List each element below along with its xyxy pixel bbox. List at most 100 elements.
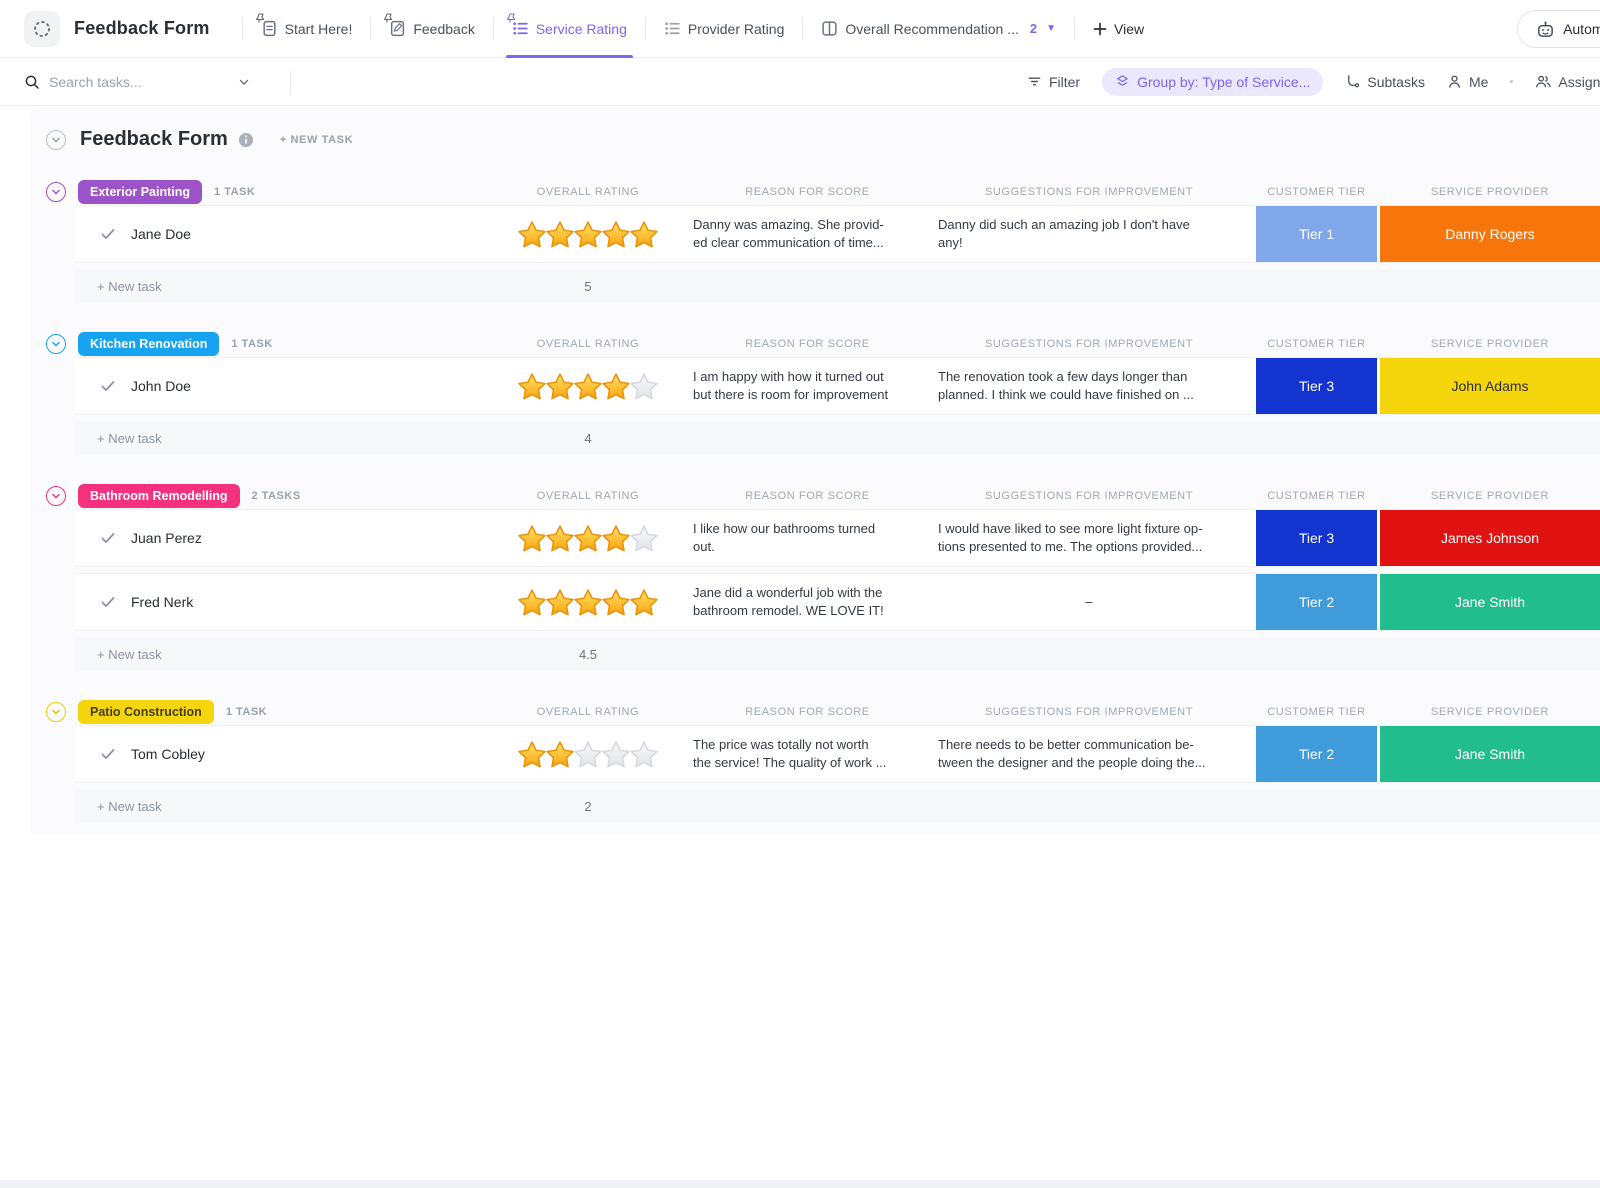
filter-button[interactable]: Filter: [1027, 74, 1080, 90]
me-filter-button[interactable]: Me: [1447, 74, 1488, 90]
task-name[interactable]: Juan Perez: [131, 530, 202, 546]
column-header-suggestions: SUGGESTIONS FOR IMPROVEMENT: [984, 186, 1194, 198]
tab-service-rating[interactable]: Service Rating: [500, 12, 639, 59]
automate-button[interactable]: Automate: [1517, 10, 1600, 48]
group-exterior-painting: Exterior Painting 1 TASK OVERALL RATING …: [30, 179, 1600, 303]
star-filled-icon: [602, 588, 630, 615]
task-name[interactable]: John Doe: [131, 378, 191, 394]
new-task-button[interactable]: + New task: [75, 647, 520, 662]
task-name-cell[interactable]: Juan Perez: [75, 510, 520, 566]
reason-cell[interactable]: The price was totally not worth the serv…: [693, 726, 922, 782]
assignee-button[interactable]: Assignee: [1535, 74, 1600, 90]
tab-label: Service Rating: [535, 20, 627, 37]
suggestion-cell[interactable]: There needs to be better communication b…: [938, 726, 1240, 782]
rating-cell[interactable]: [518, 574, 658, 630]
service-provider-chip[interactable]: Jane Smith: [1380, 574, 1600, 630]
chevron-down-icon: [52, 493, 60, 499]
star-filled-icon: [546, 372, 574, 399]
star-filled-icon: [546, 220, 574, 247]
task-name-cell[interactable]: Jane Doe: [75, 206, 520, 262]
task-name-cell[interactable]: Tom Cobley: [75, 726, 520, 782]
task-row[interactable]: Tom Cobley The price was totally not wor…: [75, 725, 1600, 783]
new-task-button[interactable]: + New task: [75, 279, 520, 294]
task-row[interactable]: Juan Perez I like how our bathrooms turn…: [75, 509, 1600, 567]
rating-cell[interactable]: [518, 510, 658, 566]
search-box[interactable]: [24, 73, 282, 90]
collapse-group-chevron[interactable]: [46, 334, 66, 354]
task-name-cell[interactable]: John Doe: [75, 358, 520, 414]
new-task-button[interactable]: + New task: [75, 799, 520, 814]
rating-sum: 4: [584, 430, 592, 446]
chevron-down-icon[interactable]: [238, 76, 250, 88]
tab-label: Provider Rating: [687, 20, 785, 37]
search-input[interactable]: [49, 73, 229, 90]
tab-provider-rating[interactable]: Provider Rating: [652, 12, 797, 45]
divider: [802, 17, 804, 40]
check-icon[interactable]: [100, 530, 116, 546]
task-row[interactable]: Fred Nerk Jane did a wonderful job with …: [75, 573, 1600, 631]
collapse-section-chevron[interactable]: [46, 129, 66, 150]
rating-cell[interactable]: [518, 206, 658, 262]
check-icon[interactable]: [100, 226, 116, 242]
task-name-cell[interactable]: Fred Nerk: [75, 574, 520, 630]
suggestion-cell[interactable]: I would have liked to see more light fix…: [938, 510, 1240, 566]
group-header: Bathroom Remodelling 2 TASKS OVERALL RAT…: [46, 483, 1600, 509]
service-provider-chip[interactable]: James Johnson: [1380, 510, 1600, 566]
task-name[interactable]: Jane Doe: [131, 226, 191, 242]
suggestion-cell[interactable]: Danny did such an amazing job I don't ha…: [938, 206, 1240, 262]
check-icon[interactable]: [100, 378, 116, 394]
task-row[interactable]: Jane Doe Danny was amazing. She provid- …: [75, 205, 1600, 263]
tab-overall-recommendation[interactable]: Overall Recommendation ... 2 ▼: [809, 12, 1068, 45]
service-provider-chip[interactable]: John Adams: [1380, 358, 1600, 414]
group-badge[interactable]: Kitchen Renovation: [78, 332, 220, 356]
customer-tier-chip[interactable]: Tier 2: [1256, 574, 1377, 630]
customer-tier-chip[interactable]: Tier 2: [1256, 726, 1377, 782]
customer-tier-chip[interactable]: Tier 1: [1256, 206, 1377, 262]
column-header-reason: REASON FOR SCORE: [745, 186, 870, 198]
caret-down-icon[interactable]: ▼: [1046, 23, 1056, 34]
check-icon[interactable]: [100, 746, 116, 762]
customer-tier-chip[interactable]: Tier 3: [1256, 510, 1377, 566]
group-footer: + New task 2: [75, 789, 1600, 823]
task-name[interactable]: Fred Nerk: [131, 594, 193, 610]
star-filled-icon: [546, 524, 574, 551]
rating-cell[interactable]: [518, 726, 658, 782]
collapse-group-chevron[interactable]: [46, 702, 66, 722]
check-icon[interactable]: [100, 594, 116, 610]
collapse-group-chevron[interactable]: [46, 182, 66, 202]
column-header-provider: SERVICE PROVIDER: [1430, 490, 1550, 502]
tab-count-badge[interactable]: 2: [1030, 21, 1037, 36]
column-header-tier: CUSTOMER TIER: [1267, 490, 1366, 502]
tab-feedback[interactable]: Feedback: [377, 12, 486, 45]
suggestion-cell[interactable]: –: [938, 574, 1240, 630]
info-icon[interactable]: [238, 132, 254, 148]
group-badge[interactable]: Patio Construction: [78, 700, 214, 724]
task-name[interactable]: Tom Cobley: [131, 746, 205, 762]
star-filled-icon: [602, 372, 630, 399]
group-by-button[interactable]: Group by: Type of Service...: [1102, 67, 1324, 96]
group-badge[interactable]: Exterior Painting: [78, 180, 203, 204]
plus-icon: [1093, 22, 1107, 35]
group-badge[interactable]: Bathroom Remodelling: [78, 484, 240, 508]
horizontal-scrollbar[interactable]: [0, 1180, 1600, 1188]
document-icon: [255, 13, 278, 37]
reason-cell[interactable]: Jane did a wonderful job with the bathro…: [693, 574, 922, 630]
rating-cell[interactable]: [518, 358, 658, 414]
reason-cell[interactable]: I like how our bathrooms turned out.: [693, 510, 922, 566]
tab-label: Feedback: [413, 20, 475, 37]
service-provider-chip[interactable]: Jane Smith: [1380, 726, 1600, 782]
service-provider-chip[interactable]: Danny Rogers: [1380, 206, 1600, 262]
customer-tier-chip[interactable]: Tier 3: [1256, 358, 1377, 414]
column-header-provider: SERVICE PROVIDER: [1430, 706, 1550, 718]
add-view-button[interactable]: View: [1081, 13, 1156, 45]
new-task-button[interactable]: + New task: [75, 431, 520, 446]
reason-cell[interactable]: Danny was amazing. She provid- ed clear …: [693, 206, 922, 262]
suggestion-cell[interactable]: The renovation took a few days longer th…: [938, 358, 1240, 414]
new-task-button-top[interactable]: + NEW TASK: [280, 134, 353, 146]
star-filled-icon: [574, 588, 602, 615]
reason-cell[interactable]: I am happy with how it turned out but th…: [693, 358, 922, 414]
subtasks-button[interactable]: Subtasks: [1345, 74, 1425, 90]
collapse-group-chevron[interactable]: [46, 486, 66, 506]
tab-start-here[interactable]: Start Here!: [249, 12, 365, 45]
task-row[interactable]: John Doe I am happy with how it turned o…: [75, 357, 1600, 415]
